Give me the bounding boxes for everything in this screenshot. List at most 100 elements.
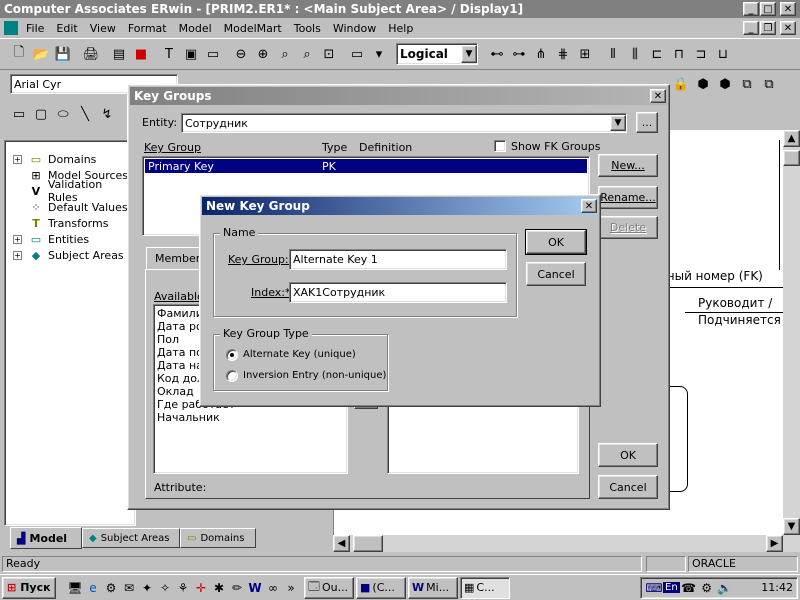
align-right-icon[interactable]: ⊐ [690, 43, 712, 65]
show-fk-label[interactable]: Show FK Groups [511, 140, 600, 153]
scroll-down-icon[interactable]: ▼ [783, 518, 800, 535]
open-folder-icon[interactable]: 📂 [30, 43, 52, 65]
desktop-icon[interactable]: 🖥 [66, 579, 84, 597]
align-center-icon[interactable]: ⊓ [668, 43, 690, 65]
alternate-key-label[interactable]: Alternate Key (unique) [243, 349, 356, 360]
zoom-page-icon[interactable]: ⊡ [318, 43, 340, 65]
close-button[interactable]: ✕ [780, 2, 796, 16]
keyboard-icon[interactable]: ⌨ [645, 579, 663, 597]
layers2-icon[interactable]: ⧉ [758, 73, 780, 95]
minimize-button[interactable]: _ [743, 2, 759, 16]
app-icon[interactable]: ✦ [138, 579, 156, 597]
grid-icon[interactable]: ⊞ [574, 43, 596, 65]
expand-icon[interactable]: + [13, 154, 22, 164]
display-icon[interactable]: ▭ [346, 43, 368, 65]
canvas-vertical-scrollbar[interactable]: ▲ ▼ [783, 130, 800, 535]
chevron-down-icon[interactable]: ▼ [610, 115, 626, 131]
zoom-in-icon[interactable]: ⊕ [252, 43, 274, 65]
print-icon[interactable]: 🖨 [80, 43, 102, 65]
chevron-down-icon[interactable]: ▼ [461, 45, 477, 63]
align-bottom-icon[interactable]: ⊔ [712, 43, 734, 65]
doc-close-button[interactable]: ✕ [780, 21, 796, 35]
volume-icon[interactable]: 🔊 [716, 579, 734, 597]
menu-tools[interactable]: Tools [294, 22, 321, 35]
distribute-icon[interactable]: ⫼ [624, 43, 646, 65]
horizontal-scroll-thumb[interactable] [353, 535, 383, 552]
task-button-3[interactable]: W Mi... [408, 576, 458, 599]
index-input[interactable]: XAK1Сотрудник [289, 282, 507, 303]
tool-icon[interactable]: ⚙ [102, 579, 120, 597]
rename-button[interactable]: Rename... [598, 186, 658, 209]
key-group-input[interactable]: Alternate Key 1 [289, 249, 507, 270]
report-icon[interactable]: ▤ [108, 43, 130, 65]
polyline-icon[interactable]: ↯ [96, 103, 118, 125]
layers-icon[interactable]: ⧉ [736, 73, 758, 95]
lock-icon[interactable]: 🔒 [670, 73, 692, 95]
app2-icon[interactable]: ✧ [156, 579, 174, 597]
expand-icon[interactable]: + [13, 250, 22, 260]
menu-edit[interactable]: Edit [56, 22, 77, 35]
doc-minimize-button[interactable]: _ [743, 21, 759, 35]
menu-model[interactable]: Model [179, 22, 212, 35]
cube2-icon[interactable]: ⬢ [714, 73, 736, 95]
zoom-out-icon[interactable]: ⊖ [230, 43, 252, 65]
app3-icon[interactable]: ⚘ [174, 579, 192, 597]
new-key-group-close-button[interactable]: ✕ [581, 199, 597, 213]
start-button[interactable]: ⊞ Пуск [2, 576, 56, 599]
entity-link-icon[interactable]: ⊷ [486, 43, 508, 65]
key-groups-close-button[interactable]: ✕ [650, 89, 666, 103]
ie-icon[interactable]: e [84, 579, 102, 597]
tree-icon[interactable]: ⊶ [508, 43, 530, 65]
menu-modelmart[interactable]: ModelMart [224, 22, 282, 35]
task-button-4[interactable]: ▦ C... [460, 576, 510, 599]
tab-domains[interactable]: ▭ Domains [180, 528, 256, 548]
network-icon[interactable]: ⋕ [552, 43, 574, 65]
expand-icon[interactable]: + [13, 234, 22, 244]
list-item[interactable]: Начальник [154, 411, 347, 424]
entity-select[interactable]: Сотрудник ▼ [181, 113, 627, 133]
tree-item-subject-areas[interactable]: + ◆ Subject Areas [13, 247, 135, 263]
key-groups-ok-button[interactable]: OK [598, 443, 658, 467]
task-button-1[interactable]: 🗔 Ou... [304, 576, 354, 599]
word-icon[interactable]: W [246, 579, 264, 597]
alternate-key-radio[interactable] [226, 349, 238, 361]
view-mode-select[interactable]: Logical ▼ [396, 43, 478, 65]
hierarchy-icon[interactable]: ⋔ [530, 43, 552, 65]
zoom-fit-icon[interactable]: ⌕ [296, 43, 318, 65]
scroll-left-icon[interactable]: ◀ [333, 535, 350, 552]
align-icon[interactable]: ⫴ [602, 43, 624, 65]
tree-item-domains[interactable]: + ▭ Domains [13, 151, 135, 167]
scroll-right-icon[interactable]: ▶ [766, 535, 783, 552]
rectangle-icon[interactable]: ▭ [8, 103, 30, 125]
tab-subject-areas[interactable]: ◆ Subject Areas [82, 528, 180, 548]
app-menu-icon[interactable] [4, 21, 18, 35]
color-icon[interactable]: ■ [130, 43, 152, 65]
tree-item-validation-rules[interactable]: V Validation Rules [13, 178, 135, 204]
menu-file[interactable]: File [26, 22, 44, 35]
new-file-icon[interactable]: 🗋 [8, 43, 30, 65]
scroll-thumb[interactable] [783, 150, 800, 166]
line-icon[interactable]: ╲ [74, 103, 96, 125]
language-indicator[interactable]: En [663, 582, 680, 593]
app4-icon[interactable]: ✱ [210, 579, 228, 597]
key-group-row[interactable]: Primary Key PK [145, 159, 587, 173]
scroll-up-icon[interactable]: ▲ [783, 130, 800, 147]
new-button[interactable]: New... [598, 154, 658, 177]
diagram-entity-box[interactable] [670, 386, 688, 492]
new-key-group-cancel-button[interactable]: Cancel [526, 262, 586, 286]
delete-button[interactable]: Delete [598, 216, 658, 239]
show-fk-checkbox[interactable] [494, 140, 506, 152]
rounded-rect-icon[interactable]: ▢ [30, 103, 52, 125]
comment-icon[interactable]: ▭ [202, 43, 224, 65]
tree-item-default-values[interactable]: ⁘ Default Values [13, 199, 135, 215]
menu-format[interactable]: Format [128, 22, 167, 35]
target-icon[interactable]: ✛ [192, 579, 210, 597]
menu-view[interactable]: View [90, 22, 116, 35]
ellipse-icon[interactable]: ⬭ [52, 103, 74, 125]
paint-icon[interactable]: T [158, 43, 180, 65]
zoom-icon[interactable]: ⌕ [274, 43, 296, 65]
save-icon[interactable]: 💾 [52, 43, 74, 65]
box-icon[interactable]: ▣ [180, 43, 202, 65]
new-key-group-ok-button[interactable]: OK [525, 229, 587, 255]
cube-icon[interactable]: ⬢ [692, 73, 714, 95]
